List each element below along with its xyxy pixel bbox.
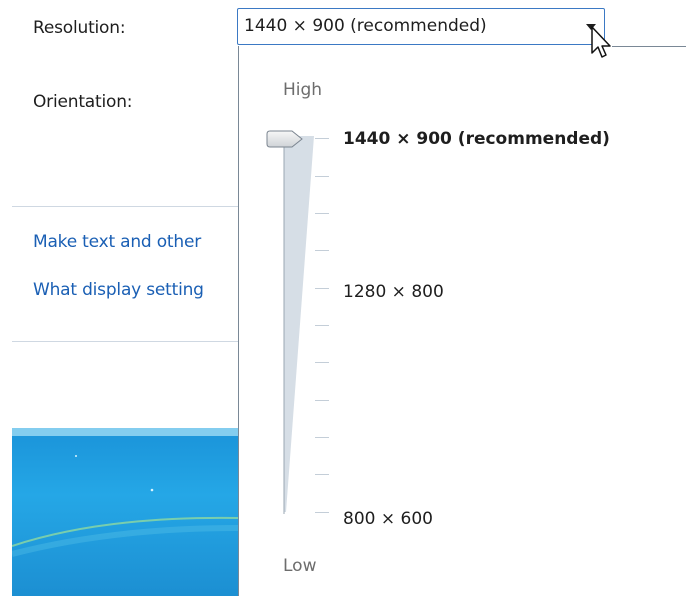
slider-high-label: High	[283, 80, 323, 100]
slider-tick	[315, 213, 329, 214]
desktop-preview	[12, 428, 238, 596]
slider-low-label: Low	[283, 556, 317, 576]
slider-tick	[315, 250, 329, 251]
slider-tick	[315, 362, 329, 363]
resolution-option[interactable]: 800 × 600	[343, 509, 433, 529]
display-settings-help-link[interactable]: What display setting	[33, 280, 204, 300]
popup-top-border	[612, 46, 686, 47]
slider-tick	[315, 474, 329, 475]
make-text-larger-link[interactable]: Make text and other	[33, 232, 201, 252]
resolution-dropdown-value: 1440 × 900 (recommended)	[244, 16, 487, 36]
slider-tick	[315, 138, 329, 139]
resolution-slider-track[interactable]	[278, 128, 318, 520]
slider-tick	[315, 437, 329, 438]
resolution-option[interactable]: 1440 × 900 (recommended)	[343, 129, 610, 149]
section-divider-2	[12, 341, 240, 342]
mouse-cursor-icon	[591, 26, 611, 58]
slider-tick	[315, 512, 329, 513]
preview-top-edge	[12, 428, 238, 436]
resolution-slider-thumb[interactable]	[266, 128, 306, 150]
resolution-label: Resolution:	[33, 18, 126, 38]
link-clip-2: What display setting	[33, 280, 238, 300]
slider-tick	[315, 400, 329, 401]
resolution-option[interactable]: 1280 × 800	[343, 282, 444, 302]
slider-tick	[315, 325, 329, 326]
resolution-dropdown[interactable]: 1440 × 900 (recommended)	[237, 8, 605, 45]
section-divider	[12, 206, 240, 207]
slider-tick	[315, 176, 329, 177]
link-clip-1: Make text and other	[33, 232, 238, 252]
slider-tick	[315, 288, 329, 289]
orientation-label: Orientation:	[33, 92, 133, 112]
preview-wallpaper	[12, 455, 238, 557]
